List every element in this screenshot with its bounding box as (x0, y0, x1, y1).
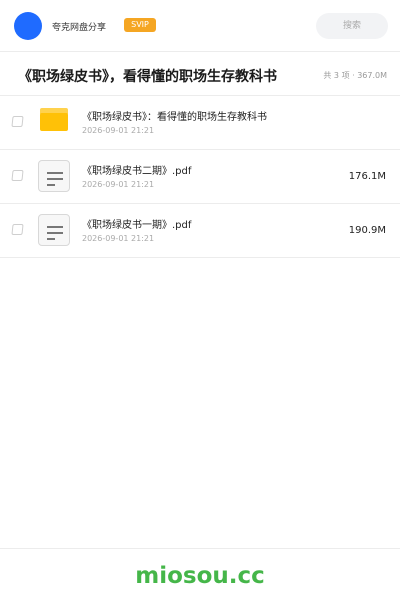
page-title: 《职场绿皮书》，看得懂的职场生存教科书 (18, 69, 277, 85)
file-name: 《职场绿皮书一期》.pdf (82, 220, 192, 231)
document-icon (38, 160, 70, 192)
list-item[interactable]: 《职场绿皮书》：看得懂的职场生存教科书 2026-09-01 21:21 (0, 96, 400, 150)
list-item[interactable]: 《职场绿皮书二期》.pdf 2026-09-01 21:21 176.1M (0, 150, 400, 204)
site-watermark: miosou.cc (135, 563, 265, 589)
select-checkbox[interactable] (11, 170, 24, 181)
file-size: 176.1M (348, 171, 386, 182)
file-summary: 共 3 项 · 367.0M (323, 71, 387, 80)
list-item[interactable]: 《职场绿皮书一期》.pdf 2026-09-01 21:21 190.9M (0, 204, 400, 258)
share-title-row: 《职场绿皮书》，看得懂的职场生存教科书 共 3 项 · 367.0M (0, 52, 400, 96)
file-date: 2026-09-01 21:21 (82, 234, 155, 243)
file-size: 190.9M (348, 225, 386, 236)
brand-label: 夸克网盘分享 (52, 23, 107, 33)
file-date: 2026-09-01 21:21 (82, 180, 155, 189)
avatar[interactable] (14, 12, 42, 40)
folder-icon (38, 106, 70, 138)
svip-badge[interactable]: SVIP (124, 18, 156, 32)
select-checkbox[interactable] (11, 116, 24, 127)
footer-bar: miosou.cc (0, 548, 400, 600)
file-name: 《职场绿皮书二期》.pdf (82, 166, 192, 177)
file-date: 2026-09-01 21:21 (82, 126, 155, 135)
document-icon (38, 214, 70, 246)
top-bar: 夸克网盘分享 SVIP (0, 0, 400, 52)
select-checkbox[interactable] (11, 224, 24, 235)
file-name: 《职场绿皮书》：看得懂的职场生存教科书 (82, 112, 267, 123)
search-input[interactable] (316, 13, 388, 39)
